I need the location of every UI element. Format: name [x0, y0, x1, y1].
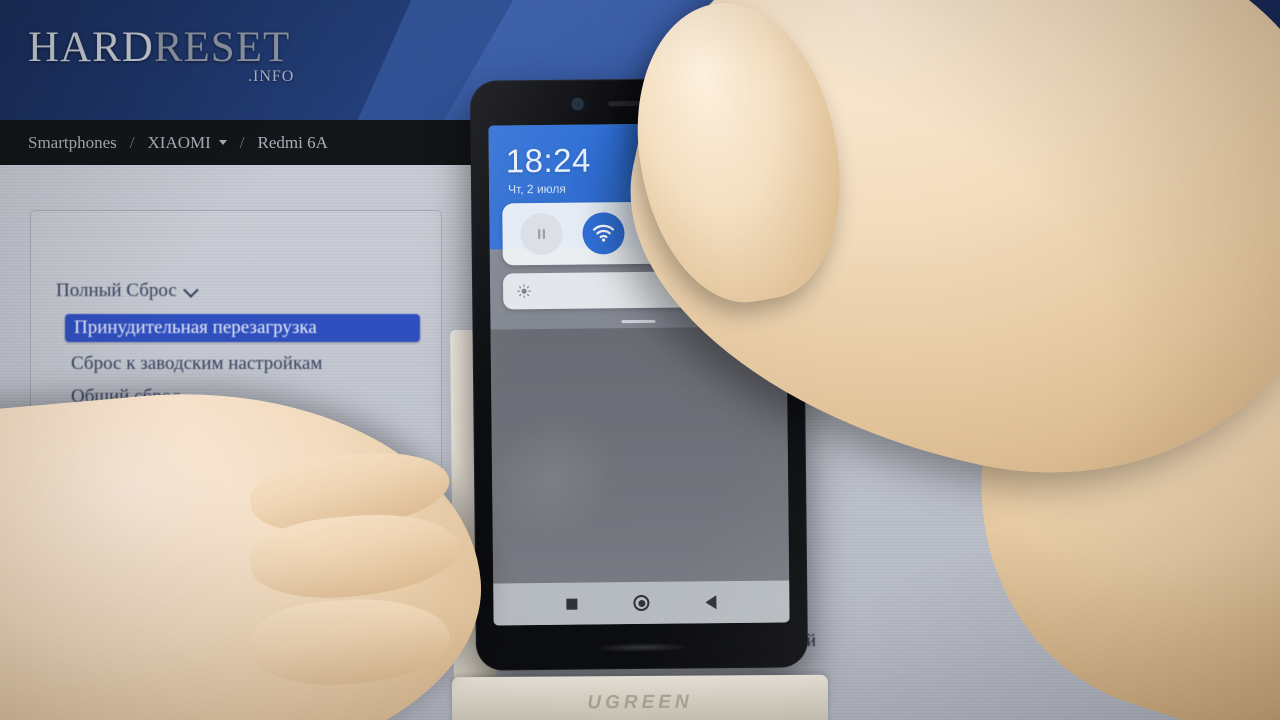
brightness-icon: [517, 284, 531, 298]
logo-main-text: HARD: [28, 24, 154, 71]
phone-stand-base: UGREEN: [451, 674, 829, 720]
breadcrumb-separator: /: [239, 132, 245, 152]
sidebar-group-label: Полный Сброс: [56, 280, 177, 301]
breadcrumb-brand-label: XIAOMI: [147, 132, 211, 152]
status-date: Чт, 2 июля: [507, 181, 566, 197]
quick-toggle-wifi[interactable]: [582, 212, 625, 255]
logo-tld-text: .INFO: [248, 68, 295, 85]
breadcrumb-brand[interactable]: XIAOMI: [148, 133, 227, 153]
status-clock: 18:24: [505, 141, 592, 180]
pause-icon: [537, 228, 546, 240]
sidebar-item-force-restart[interactable]: Принудительная перезагрузка: [65, 314, 420, 342]
breadcrumb-root[interactable]: Smartphones: [28, 133, 117, 153]
scene: П Х с тоды ос щью аппара удет как новый …: [0, 0, 1280, 720]
recents-button-icon[interactable]: [566, 598, 578, 610]
home-button-icon[interactable]: [633, 594, 650, 612]
site-logo[interactable]: HARDRESET: [28, 26, 290, 69]
sidebar-item-label: Принудительная перезагрузка: [74, 317, 317, 338]
front-camera-icon: [572, 98, 584, 110]
chevron-down-icon: [218, 140, 227, 145]
logo-secondary-text: RESET: [153, 24, 291, 71]
sidebar-group-full-reset[interactable]: Полный Сброс: [56, 280, 199, 302]
breadcrumb-model[interactable]: Redmi 6A: [258, 133, 328, 153]
quick-toggle-pause[interactable]: [520, 212, 563, 256]
sidebar-item-factory-reset[interactable]: Сброс к заводским настройкам: [71, 353, 322, 375]
wifi-icon: [592, 224, 615, 242]
panel-drag-handle[interactable]: [621, 319, 656, 324]
breadcrumb-separator: /: [129, 132, 135, 152]
screen-glare: [488, 394, 642, 564]
bottom-speaker-grille: [593, 642, 690, 653]
back-button-icon[interactable]: [705, 595, 717, 610]
stand-brand-logo: UGREEN: [587, 691, 693, 714]
android-navigation-bar: [493, 580, 790, 626]
